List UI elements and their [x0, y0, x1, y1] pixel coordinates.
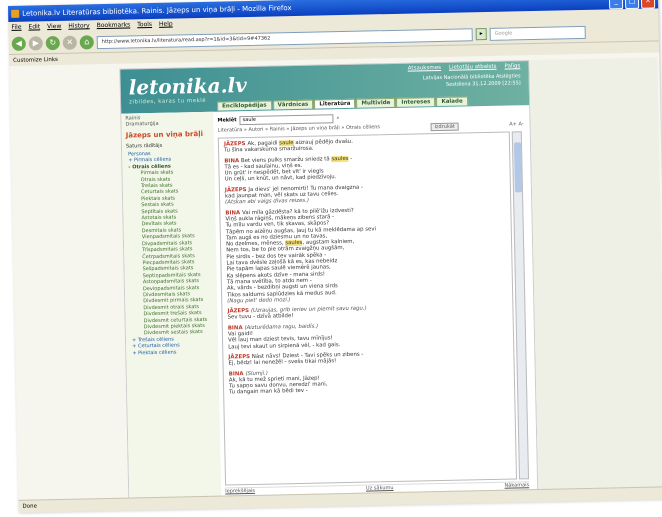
stage-direction: (Atskan abi vaigs divas reizes.): [225, 198, 310, 206]
main-tabs: Enciklopēdijas Vārdnīcas Literatūra Mult…: [217, 96, 468, 111]
verse-text: Tu šīna vakarskūma smaržuirosa.: [224, 145, 314, 154]
maximize-button[interactable]: □: [624, 0, 640, 10]
menu-edit[interactable]: Edit: [28, 21, 40, 33]
menu-file[interactable]: File: [11, 22, 21, 34]
text-search-input[interactable]: saule: [239, 113, 334, 125]
search-label: Meklēt: [217, 117, 237, 124]
library-info: Latvijas Nacionālā bibliotēka Atslēgties…: [423, 73, 521, 89]
author-crumb[interactable]: Rainis Dramaturģija: [121, 112, 213, 130]
back-icon[interactable]: ◀: [11, 36, 26, 51]
site-header: letonika.lv zibildes, karas tu meklē Ats…: [120, 61, 530, 114]
play-text: JĀZEPS Ak, pagaidi saule aizrauj pēdējo …: [217, 131, 518, 486]
stage-direction: (Uzraujas, grib ieriev un piemit savu ra…: [250, 305, 367, 315]
contents-list: Personas + Pirmais cēliens - Otrais cēlien…: [122, 150, 218, 357]
scroll-thumb[interactable]: [513, 142, 523, 193]
font-decrease-button[interactable]: A-: [518, 121, 523, 127]
verse-text: Tu dangain man kā bēdi tev -: [229, 388, 308, 396]
photo-scene: Letonika.lv Literatūras bibliotēka. Rain…: [0, 0, 662, 517]
menu-view[interactable]: View: [47, 21, 61, 33]
browser-window: Letonika.lv Literatūras bibliotēka. Rain…: [8, 0, 662, 513]
bookmark-customize-links[interactable]: Customize Links: [13, 57, 58, 64]
menu-history[interactable]: History: [68, 20, 90, 32]
search-highlight: saules: [331, 155, 349, 162]
reload-icon[interactable]: ↻: [45, 35, 60, 51]
stage-direction: (Aizturēdama ragu, baidīs.): [244, 323, 319, 331]
search-input[interactable]: Google: [489, 25, 586, 41]
forward-icon[interactable]: ▶: [28, 36, 43, 51]
verse-text: -: [348, 155, 353, 162]
tab-dictionaries[interactable]: Vārdnīcas: [272, 99, 314, 110]
home-icon[interactable]: ⌂: [79, 35, 94, 50]
window-controls: _ □ ×: [608, 0, 656, 10]
play-paragraph: JĀZEPS Ak, pagaidi saule aizrauj pēdējo …: [224, 136, 504, 154]
page-background-right: [529, 57, 662, 498]
font-increase-button[interactable]: A+: [509, 121, 517, 127]
play-paragraph: JĀZEPS Nāst nāvs! Dziest - Tavi spēks un…: [228, 349, 508, 367]
minimize-button[interactable]: _: [608, 0, 624, 10]
window-title: Letonika.lv Literatūras bibliotēka. Rain…: [22, 4, 292, 18]
menu-bookmarks[interactable]: Bookmarks: [97, 19, 131, 32]
menu-help[interactable]: Help: [159, 19, 173, 31]
site-logo[interactable]: letonika.lv: [128, 73, 247, 99]
reader-column: Meklēt saule ⌕ Literatūra » Autori » Rai…: [217, 109, 531, 503]
play-paragraph: BINA (Aizturēdama ragu, baidīs.) Vai gaid…: [228, 319, 508, 350]
close-button[interactable]: ×: [640, 0, 656, 9]
top-links: Atsauksmes Lietotāju atbalsts Palīgs: [408, 63, 521, 71]
print-button[interactable]: Izdrukāt: [430, 122, 459, 132]
play-paragraph: BINA Vai mīla gāzdēsta? kā to pilē'ižu i…: [225, 204, 507, 304]
contents-sidebar: Rainis Dramaturģija Jāzeps un viņa brāļi…: [121, 111, 222, 508]
tab-encyclopedias[interactable]: Enciklopēdijas: [217, 100, 272, 111]
go-button[interactable]: ▸: [475, 27, 487, 41]
verse-text: Ej, bēdz! lai nenežēl - svešs tikai mājā…: [228, 358, 337, 367]
tab-literature[interactable]: Literatūra: [314, 98, 356, 109]
search-icon[interactable]: ⌕: [337, 115, 340, 121]
play-paragraph: JĀZEPS (Uzraujas, grib ieriev un piemit …: [227, 303, 507, 321]
stop-icon[interactable]: ✕: [62, 35, 77, 50]
toplink-support[interactable]: Lietotāju atbalsts: [449, 64, 497, 71]
firefox-icon: [11, 9, 20, 18]
tab-calendar[interactable]: Kalade: [436, 96, 468, 107]
play-paragraph: BINA (Slumji.) Ak, kā tu mež sprieti mani…: [229, 365, 509, 396]
verse-text: Un ceļš, un knūt, un nāvt, kad piedzīvoj…: [224, 174, 337, 183]
verse-text: Sev tuvu - dzīvā atbilde!: [227, 313, 294, 321]
tab-multimedia[interactable]: Multivide: [356, 97, 396, 108]
page-viewport: letonika.lv zibildes, karas tu meklē Ats…: [9, 52, 662, 512]
letonika-page: letonika.lv zibildes, karas tu meklē Ats…: [119, 60, 539, 509]
play-paragraph: JĀZEPS Ja dievs' jel nenomirti! Tu mana …: [225, 181, 505, 206]
play-paragraph: BINA Bet viens pulks smaržu sniedz tā sa…: [224, 152, 504, 183]
site-tagline: zibildes, karas tu meklē: [128, 97, 207, 106]
tab-interests[interactable]: Intereses: [396, 97, 436, 107]
font-size-controls: A+ A-: [509, 121, 524, 129]
menu-tools[interactable]: Tools: [137, 19, 152, 31]
toplink-help[interactable]: Palīgs: [504, 63, 520, 69]
verse-text: Lauj tevi skaut un sirpienā vēl, - kad g…: [228, 341, 341, 351]
contents-item[interactable]: + Piektais cēliens: [132, 348, 218, 356]
stage-direction: (Nagu piet' dedo mozi.): [227, 296, 291, 305]
toplink-feedback[interactable]: Atsauksmes: [408, 65, 441, 72]
